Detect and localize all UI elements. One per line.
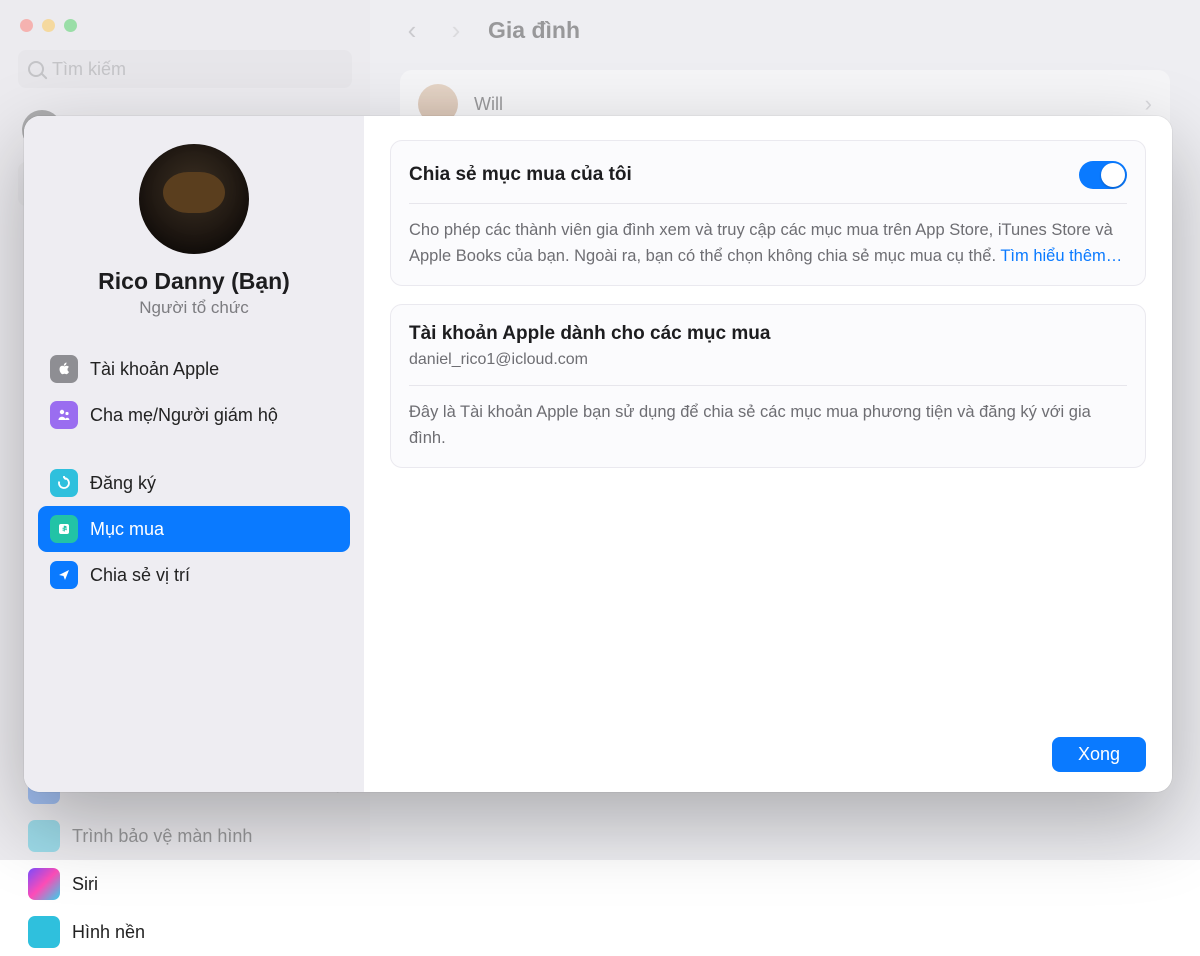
purchases-icon <box>50 515 78 543</box>
search-input[interactable]: Tìm kiếm <box>18 50 352 88</box>
sidebar-item-label: Cha mẹ/Người giám hộ <box>90 405 278 426</box>
sidebar-item-label: Hình nền <box>72 922 145 943</box>
forward-button: › <box>444 15 468 46</box>
minimize-window-icon[interactable] <box>42 19 55 32</box>
card-title: Chia sẻ mục mua của tôi <box>409 164 632 186</box>
sidebar-item-location-sharing[interactable]: Chia sẻ vị trí <box>38 552 350 598</box>
sidebar-item-screensaver[interactable]: Trình bảo vệ màn hình <box>0 812 370 860</box>
sidebar-item-subscriptions[interactable]: Đăng ký <box>38 460 350 506</box>
profile-name: Rico Danny (Bạn) <box>24 268 364 295</box>
modal-content: Chia sẻ mục mua của tôi Cho phép các thà… <box>364 116 1172 792</box>
zoom-window-icon[interactable] <box>64 19 77 32</box>
sidebar-item-purchases[interactable]: Mục mua <box>38 506 350 552</box>
screensaver-icon <box>28 820 60 852</box>
close-window-icon[interactable] <box>20 19 33 32</box>
card-description: Đây là Tài khoản Apple bạn sử dụng để ch… <box>409 385 1127 451</box>
page-title: Gia đình <box>488 17 580 44</box>
apple-logo-icon <box>50 355 78 383</box>
profile-avatar <box>139 144 249 254</box>
siri-icon <box>28 868 60 900</box>
chevron-right-icon: › <box>1145 91 1152 117</box>
learn-more-link[interactable]: Tìm hiểu thêm… <box>1000 247 1122 265</box>
sidebar-item-label: Chia sẻ vị trí <box>90 565 190 586</box>
sidebar-item-label: Mục mua <box>90 519 164 540</box>
sidebar-item-siri[interactable]: Siri <box>0 860 370 908</box>
parent-icon <box>50 401 78 429</box>
search-icon <box>28 61 44 77</box>
card-description: Cho phép các thành viên gia đình xem và … <box>409 204 1127 269</box>
wallpaper-icon <box>28 916 60 948</box>
sidebar-item-label: Siri <box>72 874 98 895</box>
location-icon <box>50 561 78 589</box>
sidebar-item-label: Đăng ký <box>90 473 156 494</box>
family-member-modal: Rico Danny (Bạn) Người tổ chức Tài khoản… <box>24 116 1172 792</box>
profile-role: Người tổ chức <box>24 298 364 318</box>
sidebar-item-parent-guardian[interactable]: Cha mẹ/Người giám hộ <box>38 392 350 438</box>
search-placeholder: Tìm kiếm <box>52 59 126 80</box>
back-button[interactable]: ‹ <box>400 15 424 46</box>
card-title: Tài khoản Apple dành cho các mục mua <box>409 323 1127 345</box>
sidebar-item-label: Tài khoản Apple <box>90 359 219 380</box>
apple-account-card: Tài khoản Apple dành cho các mục mua dan… <box>390 304 1146 468</box>
share-purchases-toggle[interactable] <box>1079 161 1127 189</box>
sidebar-item-wallpaper[interactable]: Hình nền <box>0 908 370 956</box>
member-name: Will <box>474 94 1129 115</box>
share-purchases-card: Chia sẻ mục mua của tôi Cho phép các thà… <box>390 140 1146 286</box>
sidebar-item-label: Trình bảo vệ màn hình <box>72 826 252 847</box>
window-controls[interactable] <box>20 19 77 32</box>
modal-sidebar: Rico Danny (Bạn) Người tổ chức Tài khoản… <box>24 116 364 792</box>
subscriptions-icon <box>50 469 78 497</box>
account-email: daniel_rico1@icloud.com <box>409 351 1127 369</box>
sidebar-item-apple-account[interactable]: Tài khoản Apple <box>38 346 350 392</box>
done-button[interactable]: Xong <box>1052 737 1146 772</box>
